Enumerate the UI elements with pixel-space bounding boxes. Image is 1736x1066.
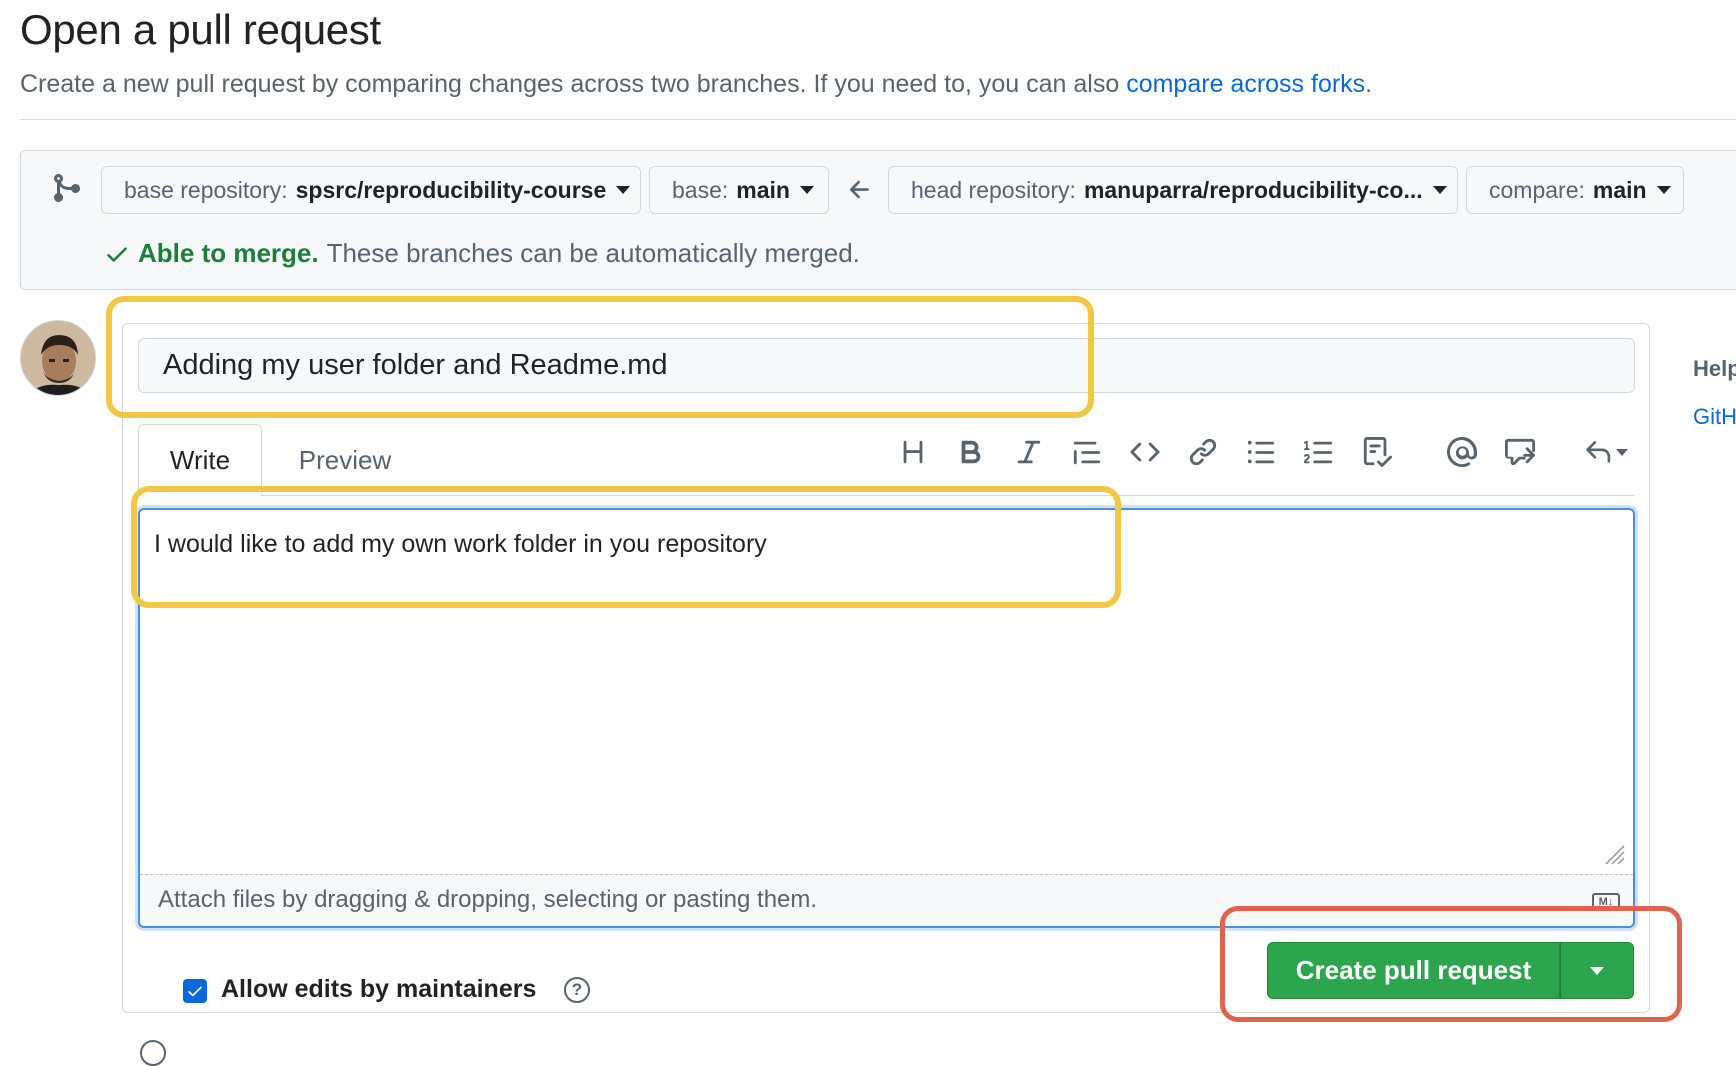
caret-down-icon (1432, 186, 1447, 194)
reference-icon[interactable] (1500, 432, 1540, 472)
attach-files-text: Attach files by dragging & dropping, sel… (158, 886, 818, 913)
allow-edits-checkbox[interactable] (183, 979, 207, 1003)
info-circle-icon (140, 1040, 166, 1066)
create-pull-request-button[interactable]: Create pull request (1267, 942, 1560, 999)
base-repository-label: base repository: (124, 176, 288, 203)
compare-branch-select[interactable]: compare: main (1466, 166, 1684, 214)
heading-icon[interactable] (893, 432, 933, 472)
resize-grip-icon[interactable] (1604, 844, 1626, 866)
compare-arrows-icon (50, 172, 82, 204)
link-icon[interactable] (1183, 432, 1223, 472)
base-branch-select[interactable]: base: main (649, 166, 829, 214)
subtitle-text: Create a new pull request by comparing c… (20, 70, 1127, 98)
caret-down-icon (1616, 448, 1628, 456)
page-title: Open a pull request (20, 6, 381, 53)
arrow-left-icon (846, 176, 874, 204)
merge-status: Able to merge. These branches can be aut… (104, 238, 860, 269)
italic-icon[interactable] (1009, 432, 1049, 472)
caret-down-icon (616, 186, 631, 194)
question-icon[interactable]: ? (564, 977, 590, 1003)
avatar-image (21, 321, 95, 395)
unordered-list-icon[interactable] (1241, 432, 1281, 472)
tab-write[interactable]: Write (138, 424, 262, 497)
title-input[interactable] (138, 338, 1635, 393)
markdown-icon[interactable]: M↓ (1592, 893, 1620, 910)
create-options-dropdown[interactable] (1560, 942, 1634, 999)
task-list-icon[interactable] (1357, 432, 1397, 472)
reply-icon[interactable] (1576, 432, 1636, 472)
tab-preview[interactable]: Preview (270, 424, 420, 496)
base-repository-value: spsrc/reproducibility-course (295, 176, 607, 203)
caret-down-icon (1656, 186, 1671, 194)
caret-down-icon (1590, 966, 1604, 975)
page-subtitle: Create a new pull request by comparing c… (20, 70, 1372, 99)
bold-icon[interactable] (951, 432, 991, 472)
avatar[interactable] (20, 320, 96, 396)
head-repository-value: manuparra/reproducibility-co... (1083, 176, 1423, 203)
base-branch-value: main (736, 176, 790, 203)
compare-across-forks-link[interactable]: compare across forks (1126, 70, 1365, 98)
merge-status-description: These branches can be automatically merg… (326, 238, 860, 268)
mention-icon[interactable] (1442, 432, 1482, 472)
base-repository-select[interactable]: base repository: spsrc/reproducibility-co… (101, 166, 641, 214)
caret-down-icon (799, 186, 814, 194)
check-icon (104, 241, 130, 267)
quote-icon[interactable] (1067, 432, 1107, 472)
sidebar-help-link[interactable]: GitH (1693, 404, 1736, 430)
sidebar-help-title: Help (1693, 356, 1736, 381)
code-icon[interactable] (1125, 432, 1165, 472)
ordered-list-icon[interactable] (1299, 432, 1339, 472)
compare-branch-value: main (1592, 176, 1647, 203)
body-text: I would like to add my own work folder i… (154, 530, 767, 558)
divider (20, 119, 1736, 120)
subtitle-end: . (1365, 70, 1373, 98)
head-repository-label: head repository: (911, 176, 1076, 203)
base-branch-label: base: (672, 176, 729, 203)
body-textarea[interactable] (138, 508, 1635, 928)
checkmark-icon (188, 986, 202, 997)
compare-branch-label: compare: (1489, 176, 1585, 203)
merge-status-ok: Able to merge. (138, 238, 319, 268)
allow-edits-label[interactable]: Allow edits by maintainers (221, 975, 536, 1004)
head-repository-select[interactable]: head repository: manuparra/reproducibilit… (888, 166, 1458, 214)
